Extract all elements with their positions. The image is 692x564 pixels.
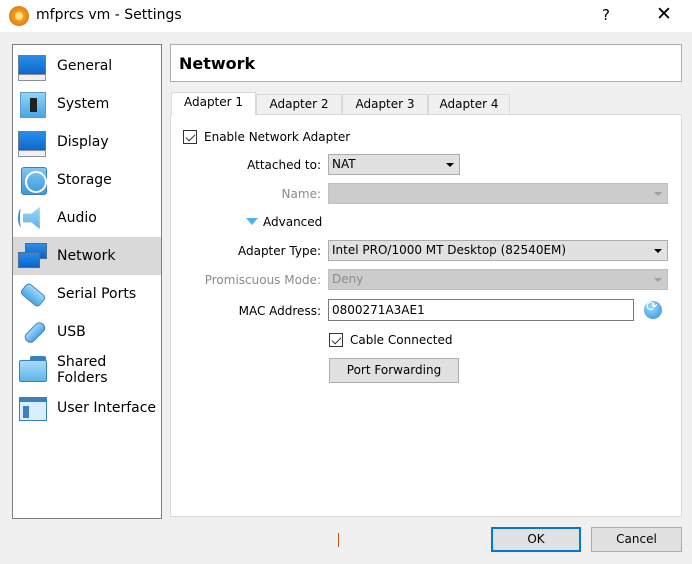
enable-adapter-checkbox[interactable] <box>183 130 197 144</box>
sidebar-item-label: Storage <box>57 172 112 188</box>
sidebar-item-label: USB <box>57 324 86 340</box>
close-button[interactable]: ✕ <box>652 3 676 25</box>
advanced-toggle[interactable]: Advanced <box>263 215 322 229</box>
sidebar-item-label: Audio <box>57 210 97 226</box>
adapter-type-select[interactable]: Intel PRO/1000 MT Desktop (82540EM) <box>328 240 668 261</box>
name-select[interactable] <box>328 183 668 204</box>
sidebar-item-label: Serial Ports <box>57 286 137 302</box>
tab-adapter-1[interactable]: Adapter 1 <box>171 92 256 115</box>
chevron-down-icon <box>654 192 662 196</box>
sidebar-item-audio[interactable]: Audio <box>13 199 161 237</box>
audio-speaker-icon <box>17 203 47 233</box>
sidebar-item-display[interactable]: Display <box>13 123 161 161</box>
cable-connected-label: Cable Connected <box>350 333 453 347</box>
cancel-button[interactable]: Cancel <box>591 527 682 552</box>
window-title: mfprcs vm - Settings <box>36 7 182 23</box>
sidebar-item-label: Network <box>57 248 116 264</box>
sidebar-item-label: User Interface <box>57 400 157 416</box>
sidebar-item-system[interactable]: System <box>13 85 161 123</box>
serial-port-icon <box>17 279 47 309</box>
virtualbox-app-icon <box>9 6 29 26</box>
sidebar-item-label: General <box>57 58 113 74</box>
chevron-down-icon <box>654 278 662 282</box>
mac-address-input[interactable]: 0800271A3AE1 <box>328 299 634 321</box>
network-icon <box>17 241 47 271</box>
usb-icon <box>17 317 48 347</box>
name-label: Name: <box>281 187 321 201</box>
title-bar: mfprcs vm - Settings ? ✕ <box>0 0 692 32</box>
chevron-down-icon <box>446 163 454 167</box>
sidebar-item-network[interactable]: Network <box>13 237 161 275</box>
ok-button[interactable]: OK <box>491 527 581 552</box>
attached-to-label: Attached to: <box>247 158 321 172</box>
attached-to-value: NAT <box>332 157 356 171</box>
tab-adapter-3[interactable]: Adapter 3 <box>342 94 428 114</box>
shared-folder-icon <box>17 355 47 385</box>
general-monitor-icon <box>17 51 47 81</box>
adapter-type-label: Adapter Type: <box>237 244 321 258</box>
sidebar-item-storage[interactable]: Storage <box>13 161 161 199</box>
sidebar-item-usb[interactable]: USB <box>13 313 161 351</box>
cable-connected-checkbox[interactable] <box>329 333 343 347</box>
sidebar-item-shared-folders[interactable]: Shared Folders <box>13 351 161 389</box>
mac-address-label: MAC Address: <box>238 304 321 318</box>
chevron-down-icon <box>654 249 662 253</box>
sidebar-item-label: Display <box>57 134 109 150</box>
storage-disk-icon <box>17 165 47 195</box>
enable-adapter-label: Enable Network Adapter <box>204 130 351 144</box>
sidebar-item-general[interactable]: General <box>13 47 161 85</box>
page-title: Network <box>179 54 256 73</box>
tab-adapter-2[interactable]: Adapter 2 <box>256 94 342 114</box>
page-header: Network <box>170 44 682 82</box>
system-chip-icon <box>17 89 47 119</box>
user-interface-icon <box>17 393 47 423</box>
help-button[interactable]: ? <box>596 6 616 24</box>
port-forwarding-button[interactable]: Port Forwarding <box>329 358 459 383</box>
text-caret <box>338 533 339 547</box>
attached-to-select[interactable]: NAT <box>328 154 460 175</box>
adapter-type-value: Intel PRO/1000 MT Desktop (82540EM) <box>332 243 567 257</box>
settings-sidebar: General System Display Storage Audio Net… <box>12 44 162 519</box>
expand-triangle-icon[interactable] <box>246 218 258 225</box>
promiscuous-mode-label: Promiscuous Mode: <box>204 273 321 287</box>
tab-adapter-4[interactable]: Adapter 4 <box>428 94 510 114</box>
promiscuous-mode-select[interactable]: Deny <box>328 269 668 290</box>
display-monitor-icon <box>17 127 47 157</box>
sidebar-item-label: Shared Folders <box>57 354 108 386</box>
sidebar-item-serial-ports[interactable]: Serial Ports <box>13 275 161 313</box>
sidebar-item-label: System <box>57 96 110 112</box>
sidebar-item-user-interface[interactable]: User Interface <box>13 389 161 427</box>
promiscuous-mode-value: Deny <box>332 272 364 286</box>
refresh-mac-icon[interactable] <box>644 299 662 319</box>
